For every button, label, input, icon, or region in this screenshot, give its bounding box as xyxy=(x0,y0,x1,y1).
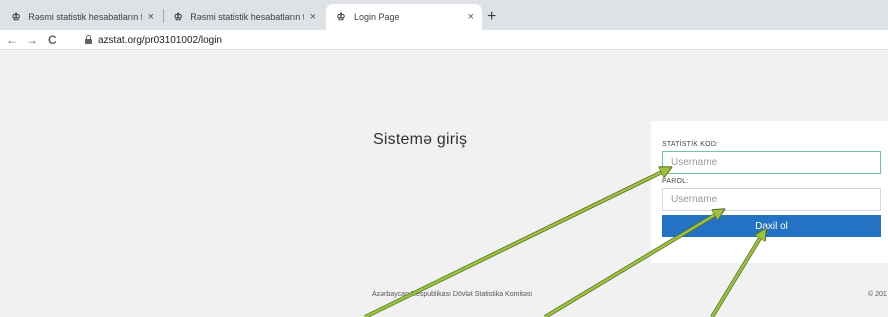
tab-statistics-2[interactable]: ♔ Rəsmi statistik hesabatların təqd × xyxy=(164,4,324,30)
tab-title: Login Page xyxy=(354,12,400,22)
azstat-favicon-icon: ♔ xyxy=(336,11,346,23)
copyright-text: © 201 xyxy=(868,291,887,298)
password-label: PAROL: xyxy=(662,178,689,185)
tab-close-icon[interactable]: × xyxy=(142,11,154,23)
lock-icon[interactable] xyxy=(85,35,92,44)
address-bar-row: ← → C azstat.org/pr03101002/login xyxy=(0,30,888,50)
tab-login-page[interactable]: ♔ Login Page × xyxy=(326,4,482,30)
tab-title: Rəsmi statistik hesabatların təqd xyxy=(28,12,141,22)
login-panel: STATİSTİK KOD: Username PAROL: Username … xyxy=(651,121,888,263)
back-arrow-icon[interactable]: ← xyxy=(6,30,18,50)
login-button[interactable]: Daxil ol xyxy=(662,215,881,237)
tab-statistics-1[interactable]: ♔ Rəsmi statistik hesabatların təqd × xyxy=(2,4,162,30)
forward-arrow-icon[interactable]: → xyxy=(26,30,38,50)
tab-title: Rəsmi statistik hesabatların təqd xyxy=(190,12,303,22)
url-field[interactable]: azstat.org/pr03101002/login xyxy=(98,30,222,50)
new-tab-button[interactable]: + xyxy=(487,4,496,30)
footer-text: Azərbaycan Respublikası Dövlət Statistik… xyxy=(372,291,532,298)
azstat-favicon-icon: ♔ xyxy=(173,11,183,23)
password-input[interactable]: Username xyxy=(662,188,881,211)
page-content: Sistemə giriş STATİSTİK KOD: Username PA… xyxy=(0,51,888,317)
statistic-code-label: STATİSTİK KOD: xyxy=(662,141,719,148)
statistic-code-input[interactable]: Username xyxy=(662,151,881,174)
tab-close-icon[interactable]: × xyxy=(462,11,474,23)
reload-icon[interactable]: C xyxy=(48,30,57,50)
azstat-favicon-icon: ♔ xyxy=(11,11,21,23)
tab-close-icon[interactable]: × xyxy=(304,11,316,23)
browser-tabstrip: ♔ Rəsmi statistik hesabatların təqd × ♔ … xyxy=(0,0,888,30)
page-title: Sistemə giriş xyxy=(373,131,468,148)
